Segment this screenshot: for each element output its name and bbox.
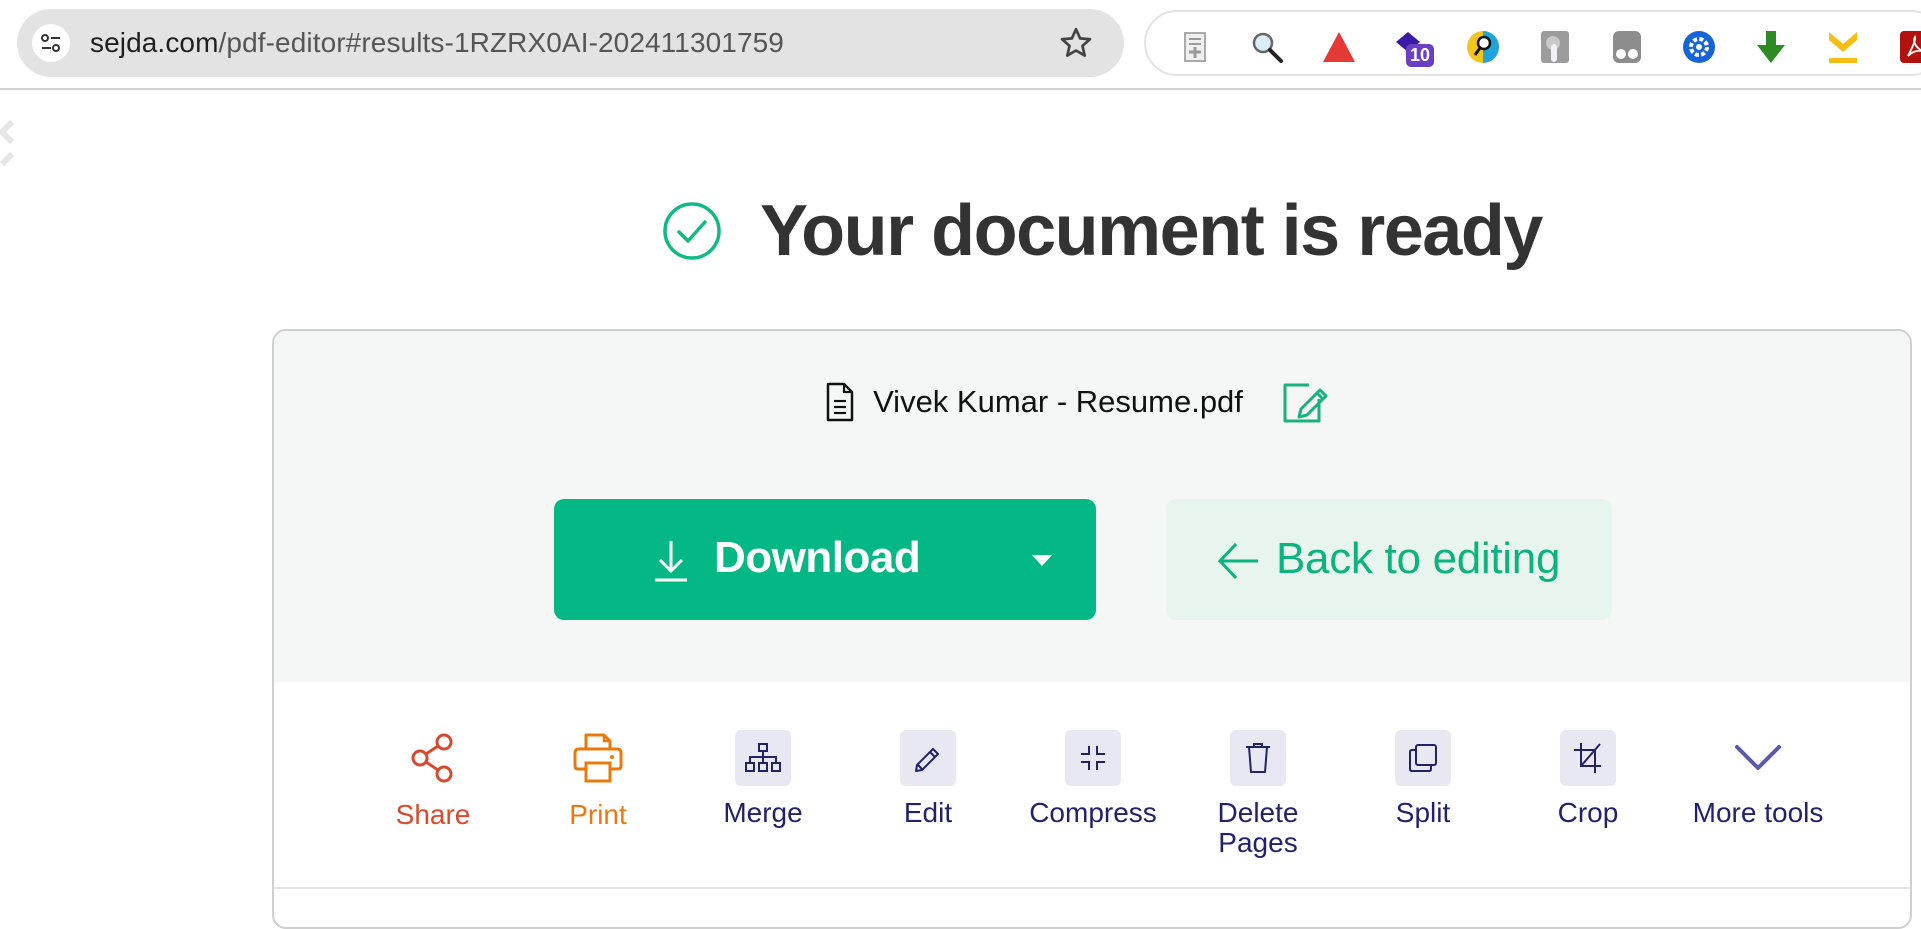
download-button[interactable]: Download [554,499,1096,620]
download-label: Download [714,533,921,582]
rename-file-icon[interactable] [1279,379,1329,425]
caret-down-icon [1032,554,1052,566]
tool-label: Delete Pages [1217,797,1299,858]
tool-split[interactable]: Split [1348,682,1498,828]
dual-circle-extension-icon[interactable] [1610,30,1644,64]
browser-toolbar: sejda.com/pdf-editor#results-1RZRX0AI-20… [0,0,1921,90]
copy-icon [1409,744,1437,772]
tune-icon [41,34,60,52]
tool-more-tools[interactable]: More tools [1658,682,1858,828]
tool-edit[interactable]: Edit [853,682,1003,828]
arrow-left-icon [1217,542,1258,580]
download-icon [655,541,687,582]
back-to-editing-button[interactable]: Back to editing [1166,499,1612,620]
tool-label: More tools [1692,797,1824,828]
file-row: Vivek Kumar - Resume.pdf [274,379,1910,425]
pencil-icon [915,748,939,772]
site-info-button[interactable] [32,24,70,62]
tool-compress[interactable]: Compress [1018,682,1168,828]
trash-icon [1246,743,1270,773]
tool-label: Crop [1557,797,1619,828]
url-host: sejda.com [90,27,219,58]
share-icon [411,733,453,783]
printer-icon [573,733,623,783]
delete-pages-tile [1230,730,1286,786]
file-name: Vivek Kumar - Resume.pdf [873,384,1243,419]
result-card: Vivek Kumar - Resume.pdf Download Back t… [272,329,1912,929]
chevron-down-icon [1735,745,1781,770]
adobe-pdf-extension-icon[interactable] [1898,30,1921,64]
url-text[interactable]: sejda.com/pdf-editor#results-1RZRX0AI-20… [90,27,784,59]
tool-delete-pages[interactable]: Delete Pages [1183,682,1333,858]
tool-label: Edit [903,797,953,828]
compress-tile [1065,730,1121,786]
check-circle-icon [663,202,721,260]
crop-tile [1560,730,1616,786]
download-arrow-extension-icon[interactable] [1754,30,1788,64]
search-extension-icon[interactable] [1250,30,1284,64]
yellow-download-extension-icon[interactable] [1826,30,1860,64]
collapse-sidebar-icon[interactable] [0,118,14,178]
crop-icon [1574,743,1601,773]
extension-badge: 10 [1406,44,1435,67]
tool-label: Print [569,799,627,830]
url-path: /pdf-editor#results-1RZRX0AI-20241130175… [218,27,784,58]
result-heading: Your document is ready [662,190,1543,272]
address-bar[interactable]: sejda.com/pdf-editor#results-1RZRX0AI-20… [17,9,1124,77]
tool-label: Split [1395,797,1451,828]
more-tools-tile [1730,730,1786,786]
edit-tile [900,730,956,786]
reader-mode-extension-icon[interactable] [1178,30,1212,64]
touch-extension-icon[interactable] [1538,30,1572,64]
bookmark-star-icon[interactable] [1058,25,1094,61]
document-icon [826,382,854,422]
tool-merge[interactable]: Merge [688,682,838,828]
compress-icon [1081,746,1105,770]
red-triangle-extension-icon[interactable] [1322,30,1356,64]
download-options-button[interactable] [1012,499,1072,620]
magnifier-extension-icon[interactable] [1466,30,1500,64]
extensions-bar: 10 [1144,10,1921,76]
print-tile [570,730,626,786]
share-tile [405,730,461,786]
page-title: Your document is ready [760,191,1543,271]
merge-tile [735,730,791,786]
split-tile [1395,730,1451,786]
graduation-cap-extension-icon[interactable]: 10 [1394,30,1435,67]
gear-badge-extension-icon[interactable] [1682,30,1716,64]
tool-label: Merge [723,797,803,828]
tools-row: Share Print Merge Edit Compress Delete P… [274,682,1910,889]
tool-share[interactable]: Share [358,682,508,830]
back-to-editing-label: Back to editing [1276,534,1561,583]
sitemap-icon [745,743,781,772]
tool-print[interactable]: Print [523,682,673,830]
tool-crop[interactable]: Crop [1513,682,1663,828]
tool-label: Share [395,799,471,830]
tool-label: Compress [1029,797,1157,828]
download-panel: Vivek Kumar - Resume.pdf Download Back t… [274,331,1910,682]
